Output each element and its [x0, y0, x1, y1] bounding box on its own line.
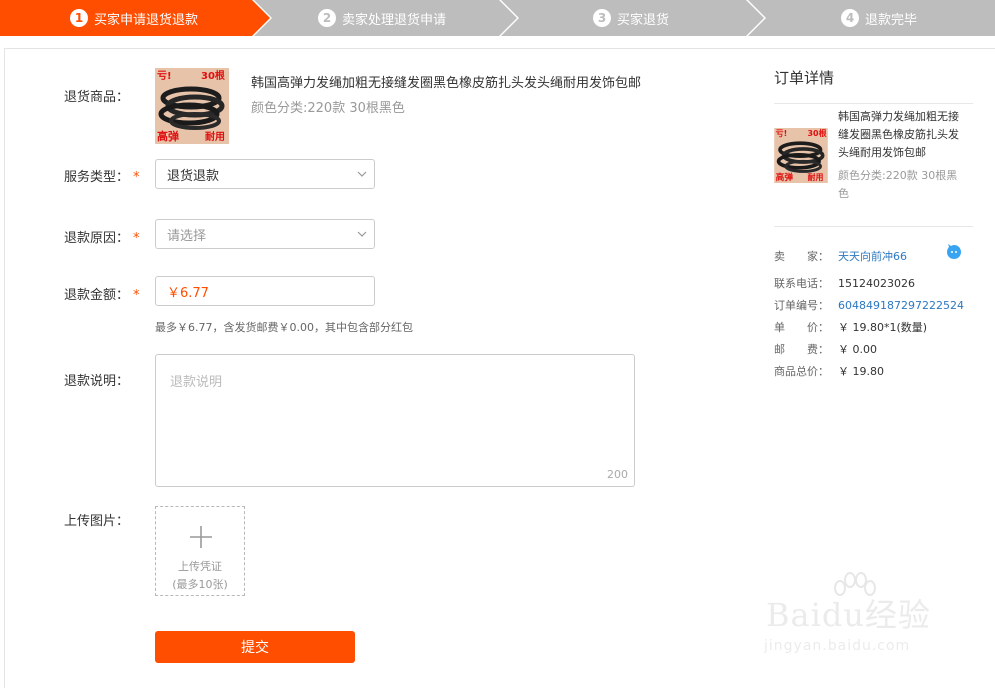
postage-label: 邮 费：	[774, 343, 829, 356]
product-label: 退货商品：	[64, 90, 130, 105]
total-row: 商品总价： ￥ 19.80	[774, 363, 884, 379]
order-number-link[interactable]: 604849187297222524	[838, 299, 964, 312]
thumb-text: 高弹	[157, 129, 179, 143]
step-number: 2	[318, 9, 336, 27]
order-number-label: 订单编号：	[774, 299, 829, 312]
step-2: 2 卖家处理退货申请	[318, 0, 446, 36]
step-number: 1	[70, 9, 88, 27]
step-1: 1 买家申请退货退款	[70, 0, 198, 36]
thumb-text: 高弹	[776, 171, 794, 183]
total-value: ￥ 19.80	[838, 365, 884, 378]
product-sku: 颜色分类:220款 30根黑色	[251, 101, 405, 116]
phone-row: 联系电话： 15124023026	[774, 275, 915, 291]
step-number: 3	[593, 9, 611, 27]
upload-image-label: 上传图片：	[64, 514, 130, 529]
order-product-title[interactable]: 韩国高弹力发绳加粗无接缝发圈黑色橡皮筋扎头发头绳耐用发饰包邮	[838, 108, 968, 162]
divider	[774, 103, 973, 104]
progress-steps: 1 买家申请退货退款 2 卖家处理退货申请 3 买家退货 4 退款完毕	[0, 0, 995, 36]
thumb-text: 30根	[808, 128, 827, 138]
step-label: 买家申请退货退款	[94, 12, 199, 28]
divider	[774, 226, 973, 227]
thumb-text: 亏!	[776, 129, 788, 138]
char-counter: 200	[607, 468, 628, 481]
step-label: 买家退货	[617, 12, 670, 28]
step-number: 4	[841, 9, 859, 27]
upload-evidence-button[interactable]: 上传凭证 (最多10张)	[155, 506, 245, 596]
phone-label: 联系电话：	[774, 277, 829, 290]
thumb-text: 耐用	[808, 172, 824, 182]
order-details-title: 订单详情	[774, 69, 835, 87]
refund-reason-label-text: 退款原因：	[64, 231, 130, 246]
product-title[interactable]: 韩国高弹力发绳加粗无接缝发圈黑色橡皮筋扎头发头绳耐用发饰包邮	[251, 72, 641, 91]
required-mark: *	[133, 231, 140, 246]
product-thumbnail[interactable]: 亏! 30根 高弹 耐用	[155, 68, 229, 144]
order-product-sku: 颜色分类:220款 30根黑色	[838, 169, 958, 200]
baidu-watermark: Baidu经验 jingyan.baidu.com	[760, 572, 950, 662]
seller-label: 卖 家：	[774, 250, 829, 263]
refund-amount-label: 退款金额： *	[64, 284, 140, 303]
refund-reason-label: 退款原因： *	[64, 227, 140, 246]
thumb-text: 30根	[201, 69, 225, 82]
required-mark: *	[133, 288, 140, 303]
service-type-label: 服务类型： *	[64, 166, 140, 185]
postage-value: ￥ 0.00	[838, 343, 877, 356]
step-4: 4 退款完毕	[841, 0, 917, 36]
hair-tie-image: 亏! 30根 高弹 耐用	[774, 128, 828, 183]
chevron-down-icon	[357, 231, 367, 237]
refund-reason-placeholder: 请选择	[167, 228, 207, 244]
refund-description-placeholder: 退款说明	[170, 375, 223, 390]
submit-button[interactable]: 提交	[155, 631, 355, 663]
watermark-brand: Baidu经验	[766, 596, 931, 634]
order-product-thumbnail[interactable]: 亏! 30根 高弹 耐用	[774, 128, 828, 183]
upload-limit-text: (最多10张)	[172, 578, 228, 591]
upload-text: 上传凭证	[178, 560, 222, 573]
step-label: 退款完毕	[865, 12, 918, 28]
thumb-text: 耐用	[205, 130, 225, 143]
watermark-url: jingyan.baidu.com	[764, 638, 911, 654]
refund-amount-label-text: 退款金额：	[64, 288, 130, 303]
chevron-down-icon	[357, 171, 367, 177]
order-number-row: 订单编号： 604849187297222524	[774, 297, 964, 313]
refund-amount-hint: 最多￥6.77，含发货邮费￥0.00，其中包含部分红包	[155, 321, 413, 334]
unit-price-label: 单 价：	[774, 321, 829, 334]
seller-row: 卖 家： 天天向前冲66	[774, 248, 907, 264]
refund-amount-input[interactable]: ￥6.77	[155, 276, 375, 306]
step-label: 卖家处理退货申请	[342, 12, 447, 28]
required-mark: *	[133, 170, 140, 185]
refund-reason-select[interactable]: 请选择	[155, 219, 375, 249]
hair-tie-image: 亏! 30根 高弹 耐用	[155, 68, 229, 144]
seller-link[interactable]: 天天向前冲66	[838, 250, 907, 263]
service-type-select[interactable]: 退货退款	[155, 159, 375, 189]
total-label: 商品总价：	[774, 365, 829, 378]
unit-price-row: 单 价： ￥ 19.80*1(数量)	[774, 319, 927, 335]
refund-description-label: 退款说明：	[64, 374, 130, 389]
wangwang-icon[interactable]	[946, 244, 962, 260]
postage-row: 邮 费： ￥ 0.00	[774, 341, 877, 357]
service-type-label-text: 服务类型：	[64, 170, 130, 185]
service-type-value: 退货退款	[167, 168, 220, 184]
unit-price-value: ￥ 19.80*1(数量)	[838, 321, 928, 334]
step-3: 3 买家退货	[593, 0, 669, 36]
phone-value: 15124023026	[838, 277, 915, 290]
thumb-text: 亏!	[157, 70, 172, 82]
refund-description-textarea[interactable]: 退款说明 200	[155, 354, 635, 487]
plus-icon	[190, 526, 212, 548]
